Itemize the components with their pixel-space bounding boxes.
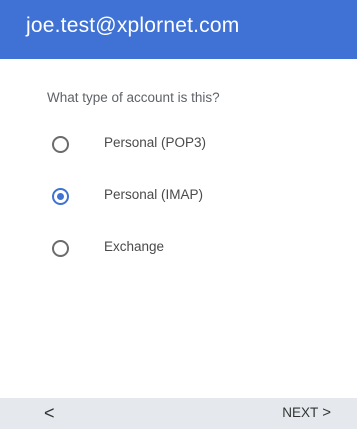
option-label: Exchange bbox=[104, 239, 165, 254]
next-label: NEXT bbox=[282, 405, 319, 420]
radio-unchecked-icon[interactable] bbox=[52, 240, 69, 257]
account-type-screen: joe.test@xplornet.com What type of accou… bbox=[0, 0, 357, 429]
radio-dot-icon bbox=[57, 193, 64, 200]
option-personal-imap[interactable]: Personal (IMAP) bbox=[40, 179, 340, 215]
account-email-title: joe.test@xplornet.com bbox=[26, 14, 240, 37]
bottom-nav-bar: < NEXT > bbox=[0, 398, 357, 429]
next-button[interactable]: NEXT > bbox=[282, 400, 331, 426]
chevron-left-icon: < bbox=[44, 403, 55, 423]
account-type-prompt: What type of account is this? bbox=[47, 90, 220, 105]
option-label: Personal (POP3) bbox=[104, 135, 207, 150]
radio-unchecked-icon[interactable] bbox=[52, 136, 69, 153]
radio-checked-icon[interactable] bbox=[52, 188, 69, 205]
option-exchange[interactable]: Exchange bbox=[40, 231, 340, 267]
option-label: Personal (IMAP) bbox=[104, 187, 204, 202]
chevron-right-icon: > bbox=[322, 404, 331, 421]
app-header: joe.test@xplornet.com bbox=[0, 0, 357, 59]
option-personal-pop3[interactable]: Personal (POP3) bbox=[40, 127, 340, 163]
back-button[interactable]: < bbox=[44, 400, 68, 426]
